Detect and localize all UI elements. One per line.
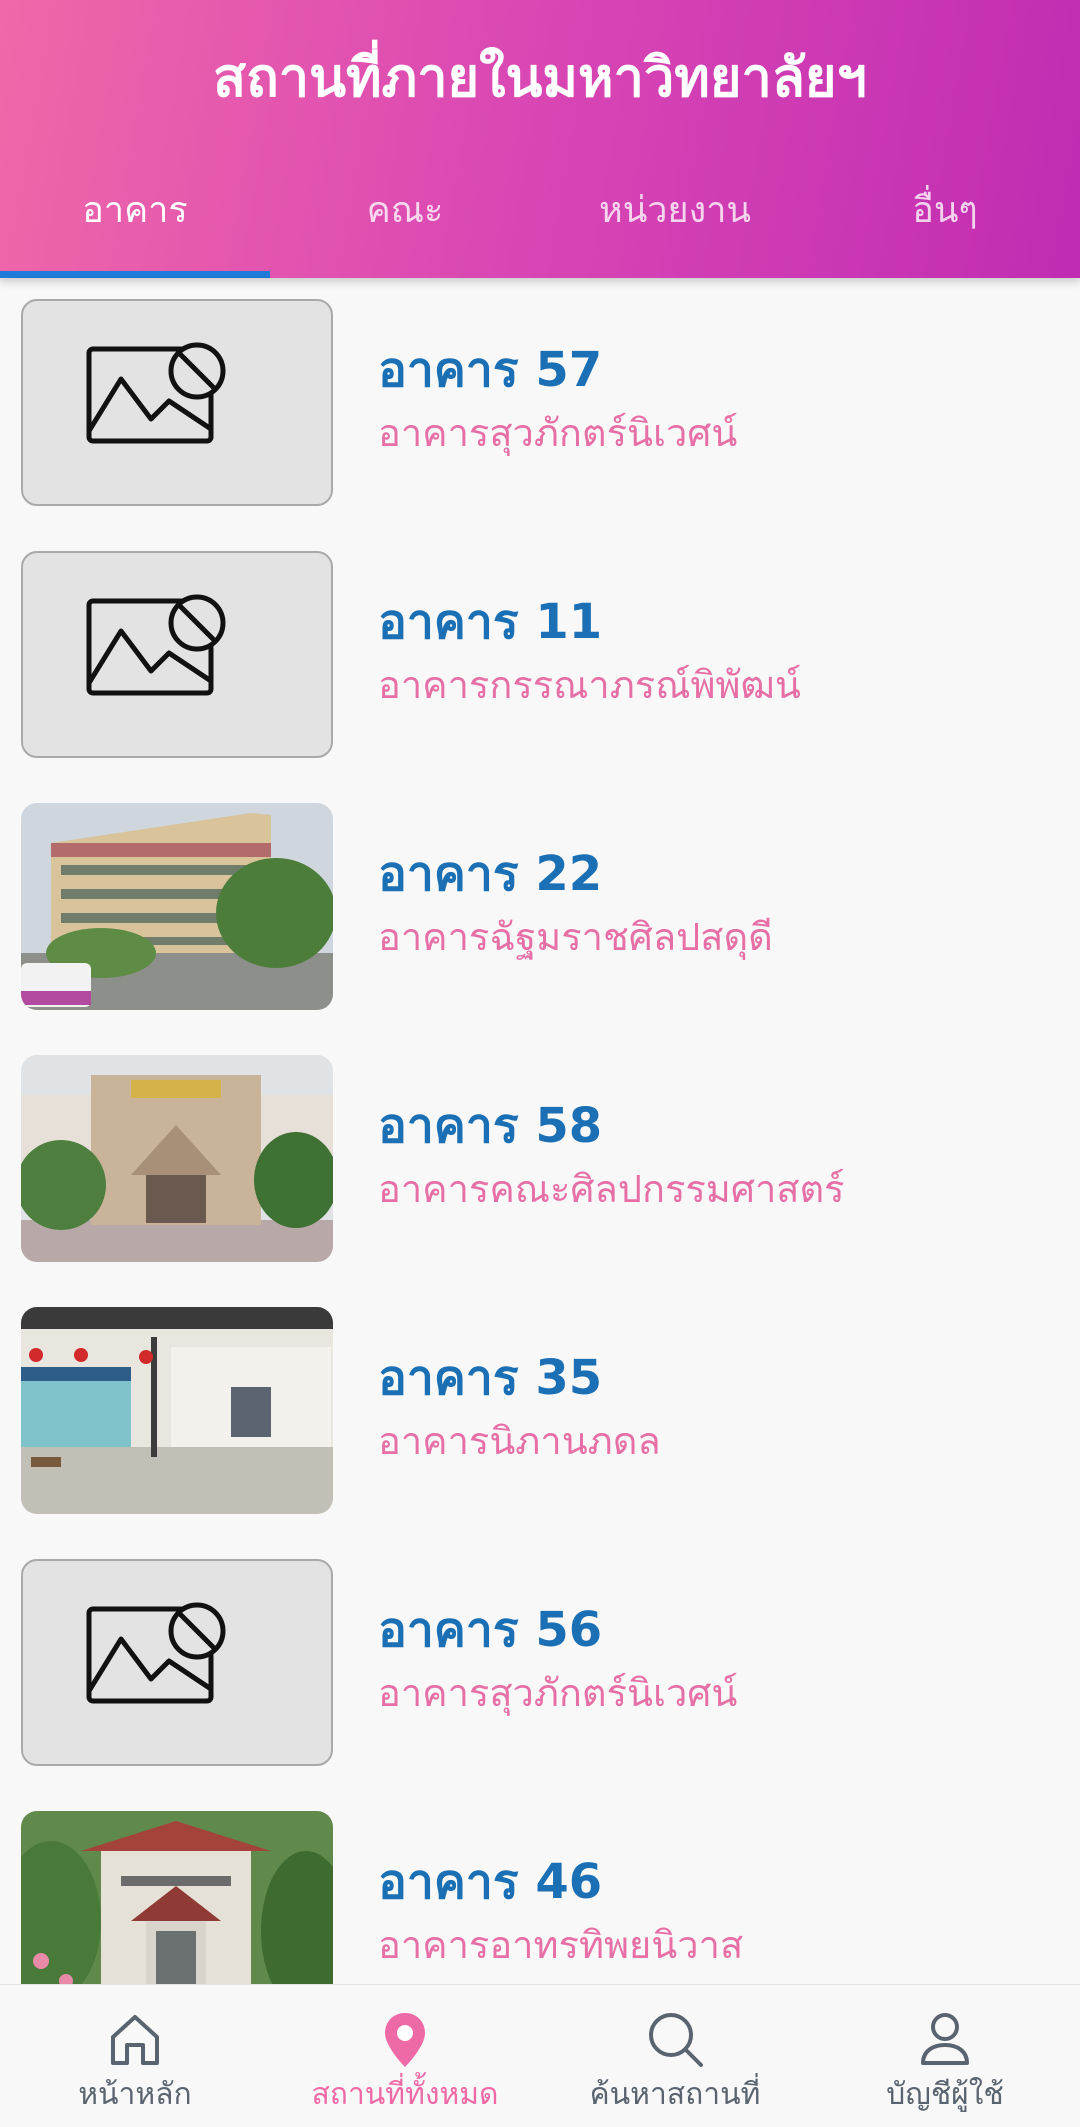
- list-item[interactable]: อาคาร 35 อาคารนิภานภดล: [0, 1286, 1080, 1538]
- nav-all-places[interactable]: สถานที่ทั้งหมด: [270, 1985, 540, 2127]
- building-list[interactable]: อาคาร 57 อาคารสุวภักตร์นิเวศน์ อาคาร 11 …: [0, 278, 1080, 1984]
- building-photo: [21, 1055, 333, 1262]
- building-subtitle: อาคารสุวภักตร์นิเวศน์: [378, 411, 738, 455]
- bottom-navigation: หน้าหลัก สถานที่ทั้งหมด ค้นหาสถานที่ บัญ…: [0, 1984, 1080, 2127]
- home-icon: [111, 2015, 159, 2065]
- building-photo: [21, 803, 333, 1010]
- placeholder-image-icon: [21, 299, 333, 506]
- tab-buildings[interactable]: อาคาร: [0, 168, 270, 278]
- list-item[interactable]: อาคาร 58 อาคารคณะศิลปกรรมศาสตร์: [0, 1034, 1080, 1286]
- building-photo: [21, 1307, 333, 1514]
- nav-account-label: บัญชีผู้ใช้: [886, 2077, 1004, 2112]
- building-name: อาคาร 11: [378, 594, 603, 650]
- building-name: อาคาร 46: [378, 1854, 603, 1910]
- placeholder-image-icon: [21, 551, 333, 758]
- list-item[interactable]: อาคาร 11 อาคารกรรณาภรณ์พิพัฒน์: [0, 530, 1080, 782]
- list-item[interactable]: อาคาร 22 อาคารฉัฐมราชศิลปสดุดี: [0, 782, 1080, 1034]
- building-subtitle: อาคารคณะศิลปกรรมศาสตร์: [378, 1167, 845, 1211]
- building-name: อาคาร 35: [378, 1350, 603, 1406]
- category-tabs: อาคาร คณะ หน่วยงาน อื่นๆ: [0, 168, 1080, 278]
- building-name: อาคาร 58: [378, 1098, 603, 1154]
- nav-search-label: ค้นหาสถานที่: [589, 2077, 761, 2112]
- building-subtitle: อาคารฉัฐมราชศิลปสดุดี: [378, 915, 773, 959]
- tab-departments[interactable]: หน่วยงาน: [540, 168, 810, 278]
- list-item[interactable]: อาคาร 56 อาคารสุวภักตร์นิเวศน์: [0, 1538, 1080, 1790]
- tab-faculties[interactable]: คณะ: [270, 168, 540, 278]
- page-title: สถานที่ภายในมหาวิทยาลัยฯ: [213, 46, 867, 109]
- building-name: อาคาร 56: [378, 1602, 603, 1658]
- nav-home[interactable]: หน้าหลัก: [0, 1985, 270, 2127]
- search-icon: [649, 2013, 703, 2067]
- building-name: อาคาร 22: [378, 846, 603, 902]
- user-icon: [921, 2013, 969, 2065]
- placeholder-image-icon: [21, 1559, 333, 1766]
- building-subtitle: อาคารกรรณาภรณ์พิพัฒน์: [378, 663, 801, 707]
- building-subtitle: อาคารอาทรทิพยนิวาส: [378, 1923, 744, 1967]
- list-item[interactable]: อาคาร 57 อาคารสุวภักตร์นิเวศน์: [0, 278, 1080, 530]
- nav-account[interactable]: บัญชีผู้ใช้: [810, 1985, 1080, 2127]
- building-name: อาคาร 57: [378, 342, 603, 398]
- list-item[interactable]: อาคาร 46 อาคารอาทรทิพยนิวาส: [0, 1790, 1080, 1984]
- tab-others[interactable]: อื่นๆ: [810, 168, 1080, 278]
- nav-all-places-label: สถานที่ทั้งหมด: [311, 2077, 499, 2112]
- nav-home-label: หน้าหลัก: [78, 2077, 192, 2112]
- building-photo: [21, 1811, 333, 1984]
- nav-search[interactable]: ค้นหาสถานที่: [540, 1985, 810, 2127]
- app-header: สถานที่ภายในมหาวิทยาลัยฯ อาคาร คณะ หน่วย…: [0, 0, 1080, 278]
- building-subtitle: อาคารสุวภักตร์นิเวศน์: [378, 1671, 738, 1715]
- map-pin-icon: [385, 2013, 425, 2067]
- building-subtitle: อาคารนิภานภดล: [378, 1419, 661, 1463]
